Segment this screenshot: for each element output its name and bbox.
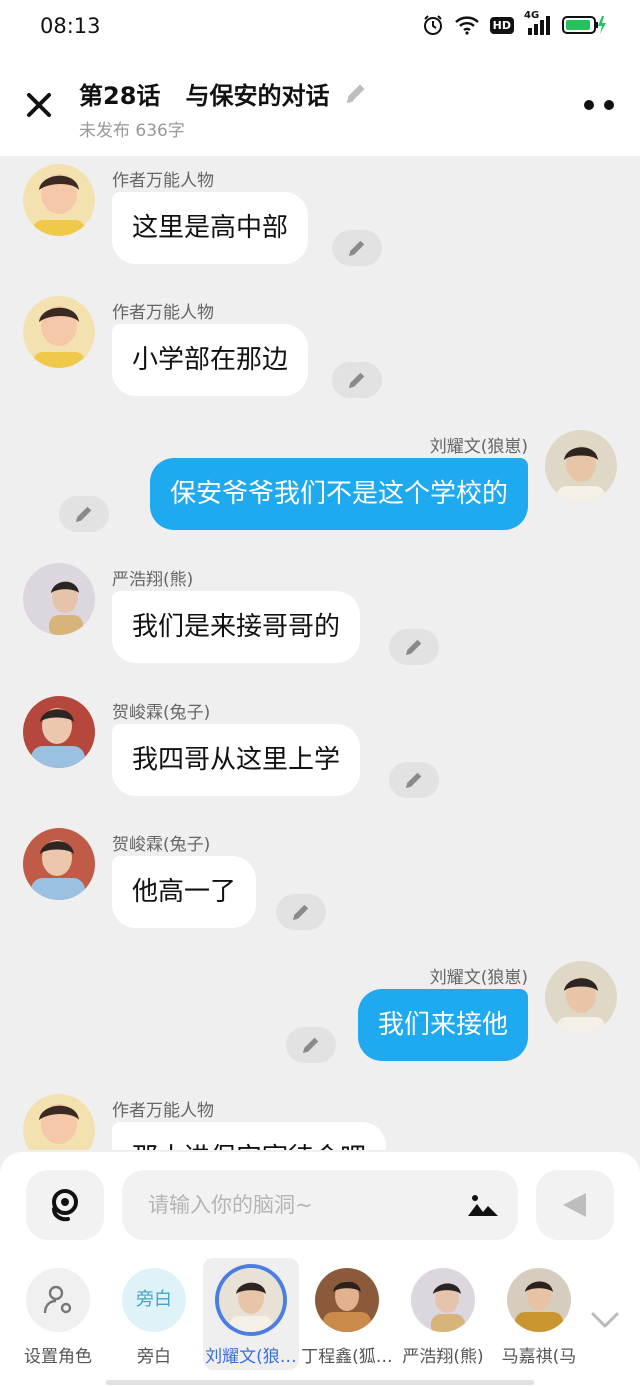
message-bubble[interactable]: 他高一了 bbox=[112, 856, 257, 928]
avatar[interactable] bbox=[23, 296, 95, 368]
role-label: 马嘉祺(马 bbox=[501, 1347, 577, 1367]
status-time: 08:13 bbox=[40, 14, 101, 38]
input-panel: 设置角色 旁白 旁白 刘耀文(狼… 丁程鑫(狐… 严浩翔(熊) bbox=[0, 1152, 640, 1387]
send-button[interactable] bbox=[536, 1170, 614, 1240]
edit-message-button[interactable] bbox=[389, 629, 439, 665]
sender-name: 作者万能人物 bbox=[112, 1101, 214, 1121]
sender-name: 严浩翔(熊) bbox=[112, 570, 194, 590]
role-label: 刘耀文(狼… bbox=[205, 1347, 297, 1367]
message-bubble[interactable]: 我四哥从这里上学 bbox=[112, 724, 361, 796]
battery-icon bbox=[562, 15, 606, 35]
close-button[interactable] bbox=[22, 88, 56, 122]
avatar[interactable] bbox=[23, 1094, 95, 1150]
role-narrator[interactable]: 旁白 旁白 bbox=[106, 1258, 202, 1370]
role-ding-chengxin[interactable]: 丁程鑫(狐… bbox=[299, 1258, 395, 1370]
avatar[interactable] bbox=[545, 430, 617, 502]
more-icon bbox=[584, 100, 594, 110]
role-selector: 设置角色 旁白 旁白 刘耀文(狼… 丁程鑫(狐… 严浩翔(熊) 马嘉祺(马 bbox=[0, 1258, 640, 1380]
sender-name: 贺峻霖(兔子) bbox=[112, 835, 211, 855]
voice-icon bbox=[52, 1189, 78, 1222]
role-avatar bbox=[315, 1268, 379, 1332]
status-bar: 08:13 HD 4G bbox=[0, 0, 640, 58]
role-label: 丁程鑫(狐… bbox=[301, 1347, 393, 1367]
send-icon bbox=[563, 1193, 586, 1217]
pencil-icon bbox=[349, 372, 365, 388]
close-icon bbox=[27, 93, 51, 117]
role-liu-yaowen[interactable]: 刘耀文(狼… bbox=[203, 1258, 299, 1370]
more-icon bbox=[604, 100, 614, 110]
role-ma-jiaqi[interactable]: 马嘉祺(马 bbox=[491, 1258, 587, 1370]
role-yan-haoxiang[interactable]: 严浩翔(熊) bbox=[395, 1258, 491, 1370]
message-bubble[interactable]: 这里是高中部 bbox=[112, 192, 309, 264]
message-input[interactable] bbox=[148, 1170, 448, 1240]
chapter-status: 未发布 636字 bbox=[79, 121, 185, 141]
edit-message-button[interactable] bbox=[332, 230, 382, 266]
role-label: 严浩翔(熊) bbox=[402, 1347, 484, 1367]
voice-button[interactable] bbox=[26, 1170, 104, 1240]
avatar[interactable] bbox=[23, 164, 95, 236]
message-bubble[interactable]: 保安爷爷我们不是这个学校的 bbox=[149, 458, 528, 530]
hd-icon: HD bbox=[489, 16, 514, 34]
alarm-icon bbox=[422, 14, 444, 36]
message-bubble[interactable]: 我们来接他 bbox=[357, 989, 528, 1061]
narrator-badge: 旁白 bbox=[122, 1268, 186, 1332]
avatar[interactable] bbox=[23, 563, 95, 635]
expand-roles-button[interactable] bbox=[590, 1310, 620, 1330]
chat-area[interactable]: 作者万能人物 这里是高中部 作者万能人物 小学部在那边 刘耀文(狼崽) 保安爷爷… bbox=[0, 156, 640, 1150]
edit-message-button[interactable] bbox=[286, 1027, 336, 1063]
sender-name: 贺峻霖(兔子) bbox=[112, 703, 211, 723]
edit-message-button[interactable] bbox=[276, 894, 326, 930]
wifi-icon bbox=[454, 15, 480, 35]
role-avatar bbox=[219, 1268, 283, 1332]
edit-message-button[interactable] bbox=[389, 762, 439, 798]
pencil-icon[interactable] bbox=[343, 80, 369, 106]
avatar[interactable] bbox=[545, 961, 617, 1033]
role-avatar bbox=[26, 1268, 90, 1332]
role-set[interactable]: 设置角色 bbox=[10, 1258, 106, 1370]
pencil-icon bbox=[293, 904, 309, 920]
message-bubble[interactable]: 那小进保安室待会吧 bbox=[112, 1122, 387, 1150]
avatar[interactable] bbox=[23, 828, 95, 900]
sender-name: 作者万能人物 bbox=[112, 171, 214, 191]
signal-icon: 4G bbox=[524, 10, 552, 36]
avatar[interactable] bbox=[23, 696, 95, 768]
message-bubble[interactable]: 小学部在那边 bbox=[112, 324, 309, 396]
add-role-icon bbox=[43, 1285, 72, 1314]
sender-name: 作者万能人物 bbox=[112, 303, 214, 323]
chapter-title[interactable]: 第28话 与保安的对话 bbox=[79, 76, 329, 111]
pencil-icon bbox=[406, 772, 422, 788]
pencil-icon bbox=[406, 639, 422, 655]
editor-header: 第28话 与保安的对话 未发布 636字 bbox=[0, 58, 640, 156]
message-bubble[interactable]: 我们是来接哥哥的 bbox=[112, 591, 361, 663]
sender-name: 刘耀文(狼崽) bbox=[429, 968, 528, 988]
role-label: 旁白 bbox=[137, 1347, 171, 1367]
network-type: 4G bbox=[524, 10, 540, 21]
sender-name: 刘耀文(狼崽) bbox=[429, 437, 528, 457]
chevron-down-icon bbox=[591, 1312, 619, 1328]
message-input-box[interactable] bbox=[122, 1170, 518, 1240]
edit-message-button[interactable] bbox=[332, 362, 382, 398]
scroll-indicator bbox=[106, 1380, 534, 1385]
pencil-icon bbox=[303, 1037, 319, 1053]
status-icons: HD 4G bbox=[422, 10, 606, 36]
pencil-icon bbox=[349, 240, 365, 256]
insert-image-button[interactable] bbox=[466, 1190, 500, 1220]
role-label: 设置角色 bbox=[24, 1347, 92, 1367]
edit-message-button[interactable] bbox=[59, 496, 109, 532]
role-avatar bbox=[411, 1268, 475, 1332]
more-button[interactable] bbox=[584, 98, 614, 112]
role-avatar bbox=[507, 1268, 571, 1332]
pencil-icon bbox=[76, 506, 92, 522]
image-icon bbox=[468, 1195, 498, 1216]
